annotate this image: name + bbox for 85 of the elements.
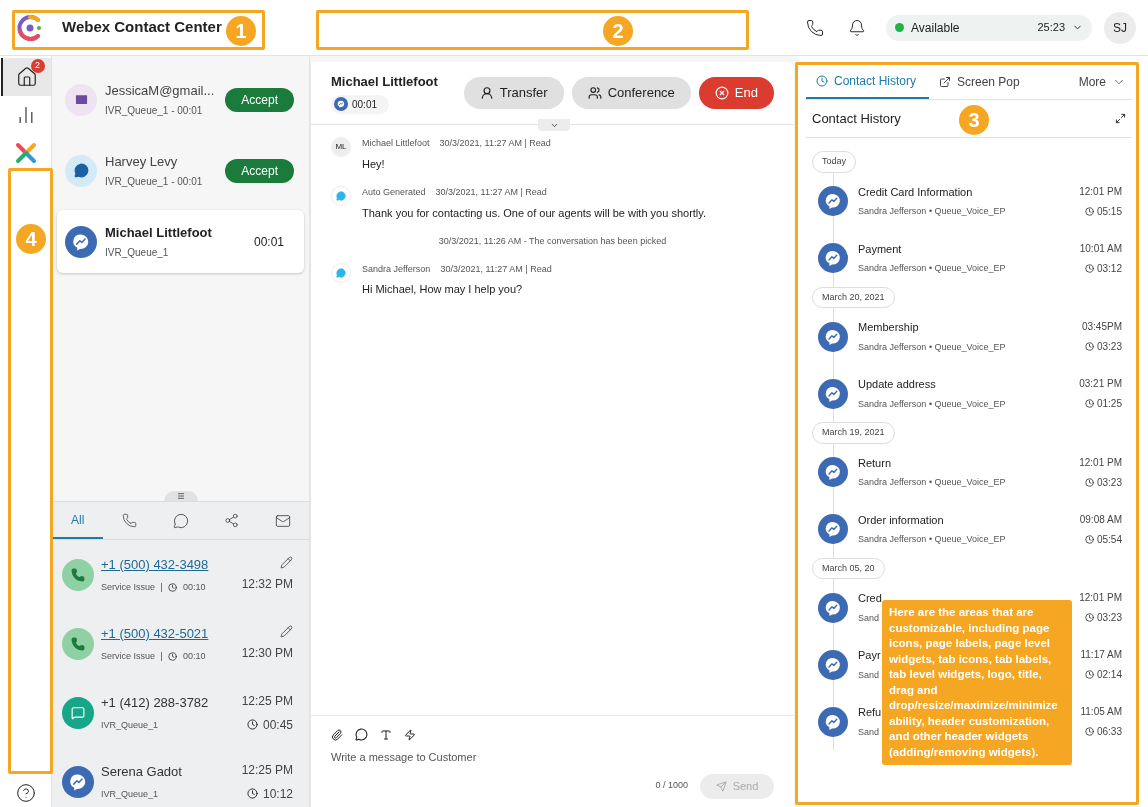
sender-name: Michael Littlefoot	[362, 137, 430, 150]
history-subtitle: Service Issue	[101, 580, 156, 594]
entry-subtitle: Sandra Jefferson • Queue_Voice_EP	[858, 476, 1006, 489]
message-text: Thank you for contacting us. One of our agents will be with you shortly.	[362, 205, 707, 221]
widget-title: Contact History	[812, 109, 901, 128]
task-name: Michael Littlefoot	[105, 223, 213, 242]
history-subtitle: Service Issue	[101, 649, 156, 663]
number-marker: 1	[226, 16, 256, 46]
entry-subtitle: Sandra Jefferson • Queue_Voice_EP	[858, 340, 1006, 354]
call-duration: 00:45	[262, 716, 293, 734]
entry-time: 10:01 AM	[1079, 241, 1122, 256]
entry-duration: 05:54	[1096, 532, 1122, 547]
message-meta: 30/3/2021, 11:27 AM | Read	[439, 137, 551, 150]
entry-subtitle: Sand	[858, 668, 880, 682]
message-text: Hi Michael, How may I help you?	[362, 282, 524, 297]
history-time: 12:25 PM	[241, 761, 293, 779]
entry-time: 03:45PM	[1081, 320, 1122, 334]
number-marker: 2	[603, 16, 633, 46]
entry-time: 12:01 PM	[1079, 591, 1122, 605]
entry-time: 12:01 PM	[1079, 455, 1122, 470]
status-timer: 25:23	[1037, 20, 1065, 36]
call-duration: 10:12	[262, 785, 293, 803]
message-meta: 30/3/2021, 11:27 AM | Read	[435, 186, 547, 199]
contact-name: Michael Littlefoot	[331, 73, 439, 92]
annotation-tooltip: Here are the areas that are customizable, including page icons, page labels, page level widgets, tab icons, tab labels, tab level widgets, logo, title, drag and drop/resize/maximize/minimize ability, header customization, and other header widgets (adding/removing widgets).	[882, 600, 1072, 765]
task-queue: IVR_Queue_1 - 00:01	[105, 104, 204, 119]
entry-duration: 03:23	[1096, 340, 1122, 354]
entry-duration: 02:14	[1096, 668, 1122, 682]
entry-duration: 06:33	[1096, 725, 1122, 739]
status-label: Available	[911, 19, 960, 37]
entry-time: 12:01 PM	[1079, 184, 1122, 199]
date-pill: March 05, 20	[812, 557, 885, 579]
entry-title: Return	[858, 455, 892, 471]
sender-avatar: ML	[331, 137, 351, 157]
sender-name: Sandra Jefferson	[362, 262, 431, 276]
history-time: 12:32 PM	[241, 576, 293, 593]
entry-time: 03:21 PM	[1079, 377, 1122, 391]
message-meta: 30/3/2021, 11:27 AM | Read	[440, 262, 552, 276]
task-name: JessicaM@gmail...	[105, 81, 216, 100]
number-marker: 4	[16, 224, 46, 254]
timer-chip: 00:01	[331, 94, 389, 114]
entry-time: 11:17 AM	[1080, 648, 1122, 662]
date-pill: Today	[812, 151, 857, 173]
entry-title: Refu	[858, 705, 882, 720]
entry-subtitle: Sandra Jefferson • Queue_Voice_EP	[858, 205, 1006, 218]
entry-subtitle: Sand	[858, 611, 880, 625]
task-queue: IVR_Queue_1 - 00:01	[105, 175, 204, 190]
call-duration: 00:10	[183, 580, 206, 594]
entry-time: 09:08 AM	[1079, 512, 1122, 527]
system-message: 30/3/2021, 11:26 AM - The conversation has been picked	[437, 235, 668, 248]
entry-title: Credit Card Information	[858, 184, 973, 200]
task-queue: IVR_Queue_1	[105, 246, 170, 261]
date-pill: March 19, 2021	[812, 422, 895, 444]
task-timer: 00:01	[253, 233, 284, 251]
task-name: Harvey Levy	[105, 152, 179, 171]
entry-title: Payment	[858, 241, 902, 257]
number-marker: 3	[959, 105, 989, 135]
entry-subtitle: Sand	[858, 725, 880, 739]
entry-title: Cred	[858, 591, 882, 606]
entry-title: Payr	[858, 648, 881, 663]
character-count: 0 / 1000	[655, 779, 688, 793]
entry-duration: 03:23	[1096, 611, 1122, 625]
entry-subtitle: Sandra Jefferson • Queue_Voice_EP	[858, 262, 1006, 275]
message-text: Hey!	[362, 156, 386, 172]
call-duration: 00:10	[183, 649, 206, 663]
entry-subtitle: Sandra Jefferson • Queue_Voice_EP	[858, 533, 1006, 546]
history-subtitle: IVR_Queue_1	[101, 787, 159, 801]
date-pill: March 20, 2021	[812, 286, 895, 308]
entry-time: 11:05 AM	[1080, 705, 1122, 719]
entry-title: Membership	[858, 320, 919, 335]
contact-name: +1 (412) 288-3782	[101, 694, 210, 712]
history-time: 12:30 PM	[241, 645, 293, 662]
notification-badge: 2	[30, 59, 45, 73]
sender-name: Auto Generated	[362, 186, 426, 199]
history-subtitle: IVR_Queue_1	[101, 718, 159, 732]
entry-duration: 03:23	[1096, 475, 1122, 490]
entry-title: Order information	[858, 512, 944, 528]
entry-duration: 03:12	[1096, 261, 1122, 276]
entry-subtitle: Sandra Jefferson • Queue_Voice_EP	[858, 397, 1006, 411]
entry-duration: 01:25	[1096, 397, 1122, 411]
entry-duration: 05:15	[1096, 204, 1122, 219]
contact-name: Serena Gadot	[101, 763, 183, 781]
app-title: Webex Contact Center	[62, 17, 222, 38]
history-time: 12:25 PM	[241, 692, 293, 710]
entry-title: Update address	[858, 377, 936, 392]
